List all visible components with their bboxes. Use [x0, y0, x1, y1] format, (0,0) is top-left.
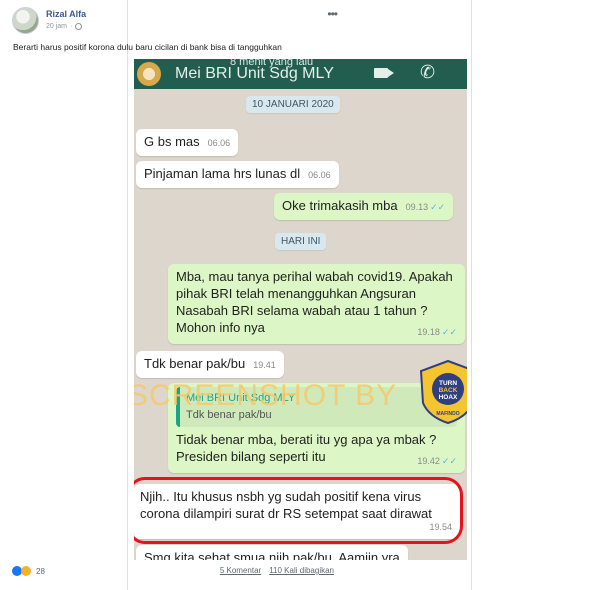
message-text: Oke trimakasih mba [282, 198, 398, 213]
message-bubble: Mba, mau tanya perihal wabah covid19. Ap… [168, 264, 465, 344]
phone-icon: ✆ [420, 62, 436, 82]
message-text: Tidak benar mba, berati itu yg apa ya mb… [176, 432, 437, 464]
haha-reaction-icon [21, 566, 31, 576]
author-name[interactable]: Rizal Alfa [46, 9, 86, 19]
message-time: 19.18 ✓✓ [417, 327, 457, 337]
message-time: 06.06 [308, 170, 331, 180]
badge-text: MAFINDO [436, 411, 459, 417]
date-chip: 10 JANUARI 2020 [246, 96, 340, 113]
whatsapp-screenshot-image: 8 menit yang lalu Mei BRI Unit Sdg MLY ✆… [134, 59, 467, 560]
turnbackhoax-badge: TURN BACK HOAX MAFINDO [419, 359, 467, 425]
message-bubble: Pinjaman lama hrs lunas dl 06.06 [136, 161, 339, 188]
post-header: Rizal Alfa 20 jam · ••• [12, 7, 338, 37]
read-ticks-icon: ✓✓ [430, 202, 446, 212]
message-time: 19.41 [253, 360, 276, 370]
badge-text: TURN [439, 380, 457, 387]
message-bubble: Smg kita sehat smua njih pak/bu. Aamiin … [136, 545, 408, 560]
video-call-icon [374, 68, 394, 78]
message-text: Tdk benar pak/bu [144, 356, 246, 371]
badge-text: HOAX [439, 394, 458, 401]
message-time: 09.13 [405, 202, 429, 212]
badge-text: BACK [439, 387, 458, 394]
message-time: 19.42 ✓✓ [417, 456, 457, 466]
post-footer: 28 5 Komentar 110 Kali dibagikan [12, 566, 334, 580]
shares-link[interactable]: 110 Kali dibagikan [269, 566, 334, 575]
message-time: 06.06 [207, 138, 231, 148]
comments-link[interactable]: 5 Komentar [220, 566, 261, 575]
watermark: SCREENSHOT BY [134, 379, 398, 412]
post-time[interactable]: 20 jam [46, 23, 67, 30]
reactions[interactable]: 28 [12, 566, 45, 576]
post-stats: 5 Komentar 110 Kali dibagikan [220, 566, 334, 575]
message-text: G bs mas [144, 134, 200, 149]
message-text: Pinjaman lama hrs lunas dl [144, 166, 301, 181]
whatsapp-header: 8 menit yang lalu Mei BRI Unit Sdg MLY ✆ [134, 59, 467, 89]
globe-icon [75, 23, 83, 30]
avatar[interactable] [12, 7, 39, 34]
reaction-count: 28 [36, 566, 45, 576]
post-meta: 20 jam · [46, 23, 83, 30]
contact-name: Mei BRI Unit Sdg MLY [175, 65, 334, 82]
contact-avatar [137, 62, 161, 86]
message-bubble: Oke trimakasih mba 09.13 ✓✓ [274, 193, 454, 220]
red-highlight-circle [134, 477, 463, 544]
date-chip: HARI INI [275, 233, 327, 250]
message-text: Mba, mau tanya perihal wabah covid19. Ap… [176, 269, 453, 335]
message-bubble: Tdk benar pak/bu 19.41 [136, 351, 284, 378]
message-bubble: G bs mas 06.06 [136, 129, 239, 156]
message-text: Smg kita sehat smua njih pak/bu. Aamiin … [144, 550, 400, 560]
more-options-icon[interactable]: ••• [327, 7, 338, 21]
post-text: Berarti harus positif korona dulu baru c… [13, 42, 282, 52]
